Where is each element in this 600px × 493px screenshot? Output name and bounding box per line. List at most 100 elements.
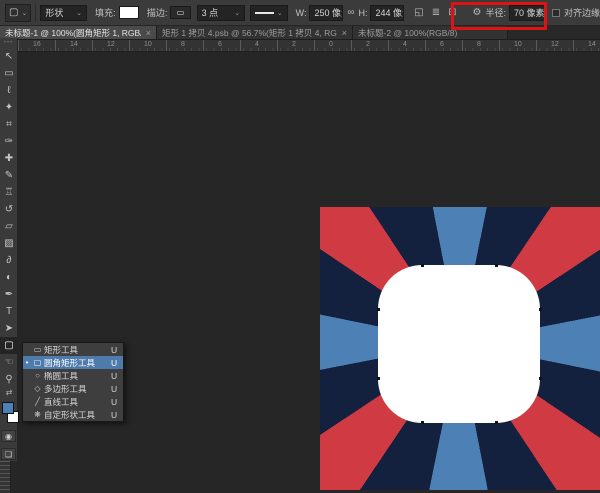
tool-shortcut: U — [111, 371, 123, 381]
tool-shortcut: U — [111, 384, 123, 394]
fill-color-swatch[interactable] — [119, 6, 139, 19]
ruler-number: 12 — [551, 41, 559, 48]
path-selection-tool[interactable]: ➤ — [0, 320, 18, 337]
type-tool[interactable]: T — [0, 303, 18, 320]
move-tool[interactable]: ↖ — [0, 48, 18, 65]
stroke-label: 描边: — [147, 6, 168, 19]
path-operations-icon[interactable]: ◱ — [410, 4, 427, 22]
gear-icon[interactable]: ⚙ — [469, 4, 486, 22]
tool-label: 圆角矩形工具 — [44, 357, 111, 369]
width-label: W: — [296, 8, 307, 18]
tool-icon: ◇ — [31, 384, 44, 393]
close-icon[interactable]: × — [342, 28, 347, 38]
clone-stamp-tool[interactable]: ♖ — [0, 184, 18, 201]
ruler-number: 10 — [514, 41, 522, 48]
path-anchor-point[interactable] — [539, 308, 542, 311]
stroke-width-value: 3 点 — [202, 6, 232, 19]
ruler-number: 10 — [144, 41, 152, 48]
history-brush-tool[interactable]: ↺ — [0, 201, 18, 218]
path-alignment-icon[interactable]: ≣ — [428, 4, 444, 22]
shape-tool-flyout-menu: ▭矩形工具U•▢圆角矩形工具U○椭圆工具U◇多边形工具U╱直线工具U❋自定形状工… — [22, 342, 124, 422]
document-tab-1[interactable]: 未标题-1 @ 100%(圆角矩形 1, RGB/8)*× — [0, 26, 157, 39]
path-anchor-point[interactable] — [539, 377, 542, 380]
tool-preset-button[interactable]: ▢ ⌄ — [5, 4, 31, 22]
lasso-tool[interactable]: ℓ — [0, 82, 18, 99]
tool-label: 多边形工具 — [44, 383, 111, 395]
flyout-item-1[interactable]: ▭矩形工具U — [23, 343, 123, 356]
tool-preset-icon: ▢ — [9, 7, 18, 18]
tools-panel: ••• ↖▭ℓ✦⌗✑✚✎♖↺▱▨∂◐✒T➤▢☜⚲ ⇄ ◉ ❏ — [0, 38, 18, 461]
shape-tool[interactable]: ▢ — [0, 337, 18, 354]
tool-icon: ❋ — [31, 410, 44, 419]
document-canvas[interactable] — [320, 207, 600, 490]
link-dimensions-icon[interactable]: ∞ — [343, 4, 358, 22]
tool-label: 矩形工具 — [44, 344, 111, 356]
photoshop-window: ▢ ⌄ 形状 ⌄ 填充: 描边: ▭ 3 点 ⌄ ⌄ W: 250 像素 ∞ H… — [0, 0, 600, 493]
swap-colors-icon[interactable]: ⇄ — [0, 388, 18, 398]
healing-brush-tool[interactable]: ✚ — [0, 150, 18, 167]
document-tab-2[interactable]: 矩形 1 拷贝 4.psb @ 56.7%(矩形 1 拷贝 4, RGB/8)*… — [157, 26, 353, 39]
tool-mode-dropdown[interactable]: 形状 ⌄ — [40, 5, 87, 21]
gradient-tool[interactable]: ▨ — [0, 235, 18, 252]
zoom-tool[interactable]: ⚲ — [0, 371, 18, 388]
path-anchor-point[interactable] — [421, 421, 424, 424]
document-tab-bar: 未标题-1 @ 100%(圆角矩形 1, RGB/8)*×矩形 1 拷贝 4.p… — [0, 26, 600, 40]
path-arrange-icon[interactable]: ⊞ — [444, 4, 460, 22]
dodge-tool[interactable]: ◐ — [0, 269, 18, 286]
tool-icon: ▭ — [31, 345, 44, 354]
width-input[interactable]: 250 像素 — [309, 5, 343, 21]
stroke-color-swatch[interactable]: ▭ — [170, 6, 190, 19]
path-anchor-point[interactable] — [377, 377, 380, 380]
separator — [35, 4, 36, 22]
panel-grip[interactable]: ••• — [0, 38, 17, 48]
close-icon[interactable]: × — [146, 28, 151, 38]
quick-selection-tool[interactable]: ✦ — [0, 99, 18, 116]
stroke-style-dropdown[interactable]: ⌄ — [250, 5, 287, 21]
ruler-number: 4 — [255, 41, 259, 48]
tool-shortcut: U — [111, 358, 123, 368]
chevron-down-icon: ⌄ — [234, 9, 240, 17]
tool-icon: ○ — [31, 371, 44, 380]
foreground-color-swatch[interactable] — [2, 402, 14, 414]
ruler-number: 2 — [292, 41, 296, 48]
brush-tool[interactable]: ✎ — [0, 167, 18, 184]
ruler-number: 4 — [403, 41, 407, 48]
radius-input[interactable]: 70 像素 — [509, 5, 546, 21]
flyout-item-4[interactable]: ◇多边形工具U — [23, 382, 123, 395]
eraser-tool[interactable]: ▱ — [0, 218, 18, 235]
pen-tool[interactable]: ✒ — [0, 286, 18, 303]
tab-label: 矩形 1 拷贝 4.psb @ 56.7%(矩形 1 拷贝 4, RGB/8)* — [162, 27, 337, 39]
align-edges-checkbox[interactable] — [552, 9, 560, 17]
marquee-tool[interactable]: ▭ — [0, 65, 18, 82]
flyout-item-2[interactable]: •▢圆角矩形工具U — [23, 356, 123, 369]
stroke-width-field[interactable]: 3 点 ⌄ — [197, 5, 245, 21]
flyout-item-6[interactable]: ❋自定形状工具U — [23, 408, 123, 421]
path-anchor-point[interactable] — [495, 421, 498, 424]
document-tab-3[interactable]: 未标题-2 @ 100%(RGB/8) — [353, 26, 508, 39]
rounded-rectangle-shape — [378, 265, 540, 423]
path-anchor-point[interactable] — [495, 264, 498, 267]
eyedropper-tool[interactable]: ✑ — [0, 133, 18, 150]
tool-label: 椭圆工具 — [44, 370, 111, 382]
tool-shortcut: U — [111, 397, 123, 407]
vertical-ruler[interactable] — [0, 461, 11, 493]
ruler-number: 14 — [70, 41, 78, 48]
ruler-number: 14 — [588, 41, 596, 48]
quick-mask-icon[interactable]: ◉ — [1, 430, 16, 442]
crop-tool[interactable]: ⌗ — [0, 116, 18, 133]
screen-mode-icon[interactable]: ❏ — [1, 448, 16, 460]
height-input[interactable]: 244 像素 — [370, 5, 404, 21]
flyout-item-3[interactable]: ○椭圆工具U — [23, 369, 123, 382]
align-edges-label: 对齐边缘 — [564, 6, 600, 19]
path-anchor-point[interactable] — [377, 308, 380, 311]
hand-tool[interactable]: ☜ — [0, 354, 18, 371]
horizontal-ruler[interactable]: 16141210864202468101214 — [18, 40, 600, 52]
path-anchor-point[interactable] — [421, 264, 424, 267]
blur-tool[interactable]: ∂ — [0, 252, 18, 269]
fill-label: 填充: — [95, 6, 116, 19]
tab-label: 未标题-2 @ 100%(RGB/8) — [358, 27, 502, 39]
ruler-number: 8 — [477, 41, 481, 48]
tools-list: ↖▭ℓ✦⌗✑✚✎♖↺▱▨∂◐✒T➤▢☜⚲ — [0, 48, 17, 388]
ruler-number: 8 — [181, 41, 185, 48]
flyout-item-5[interactable]: ╱直线工具U — [23, 395, 123, 408]
